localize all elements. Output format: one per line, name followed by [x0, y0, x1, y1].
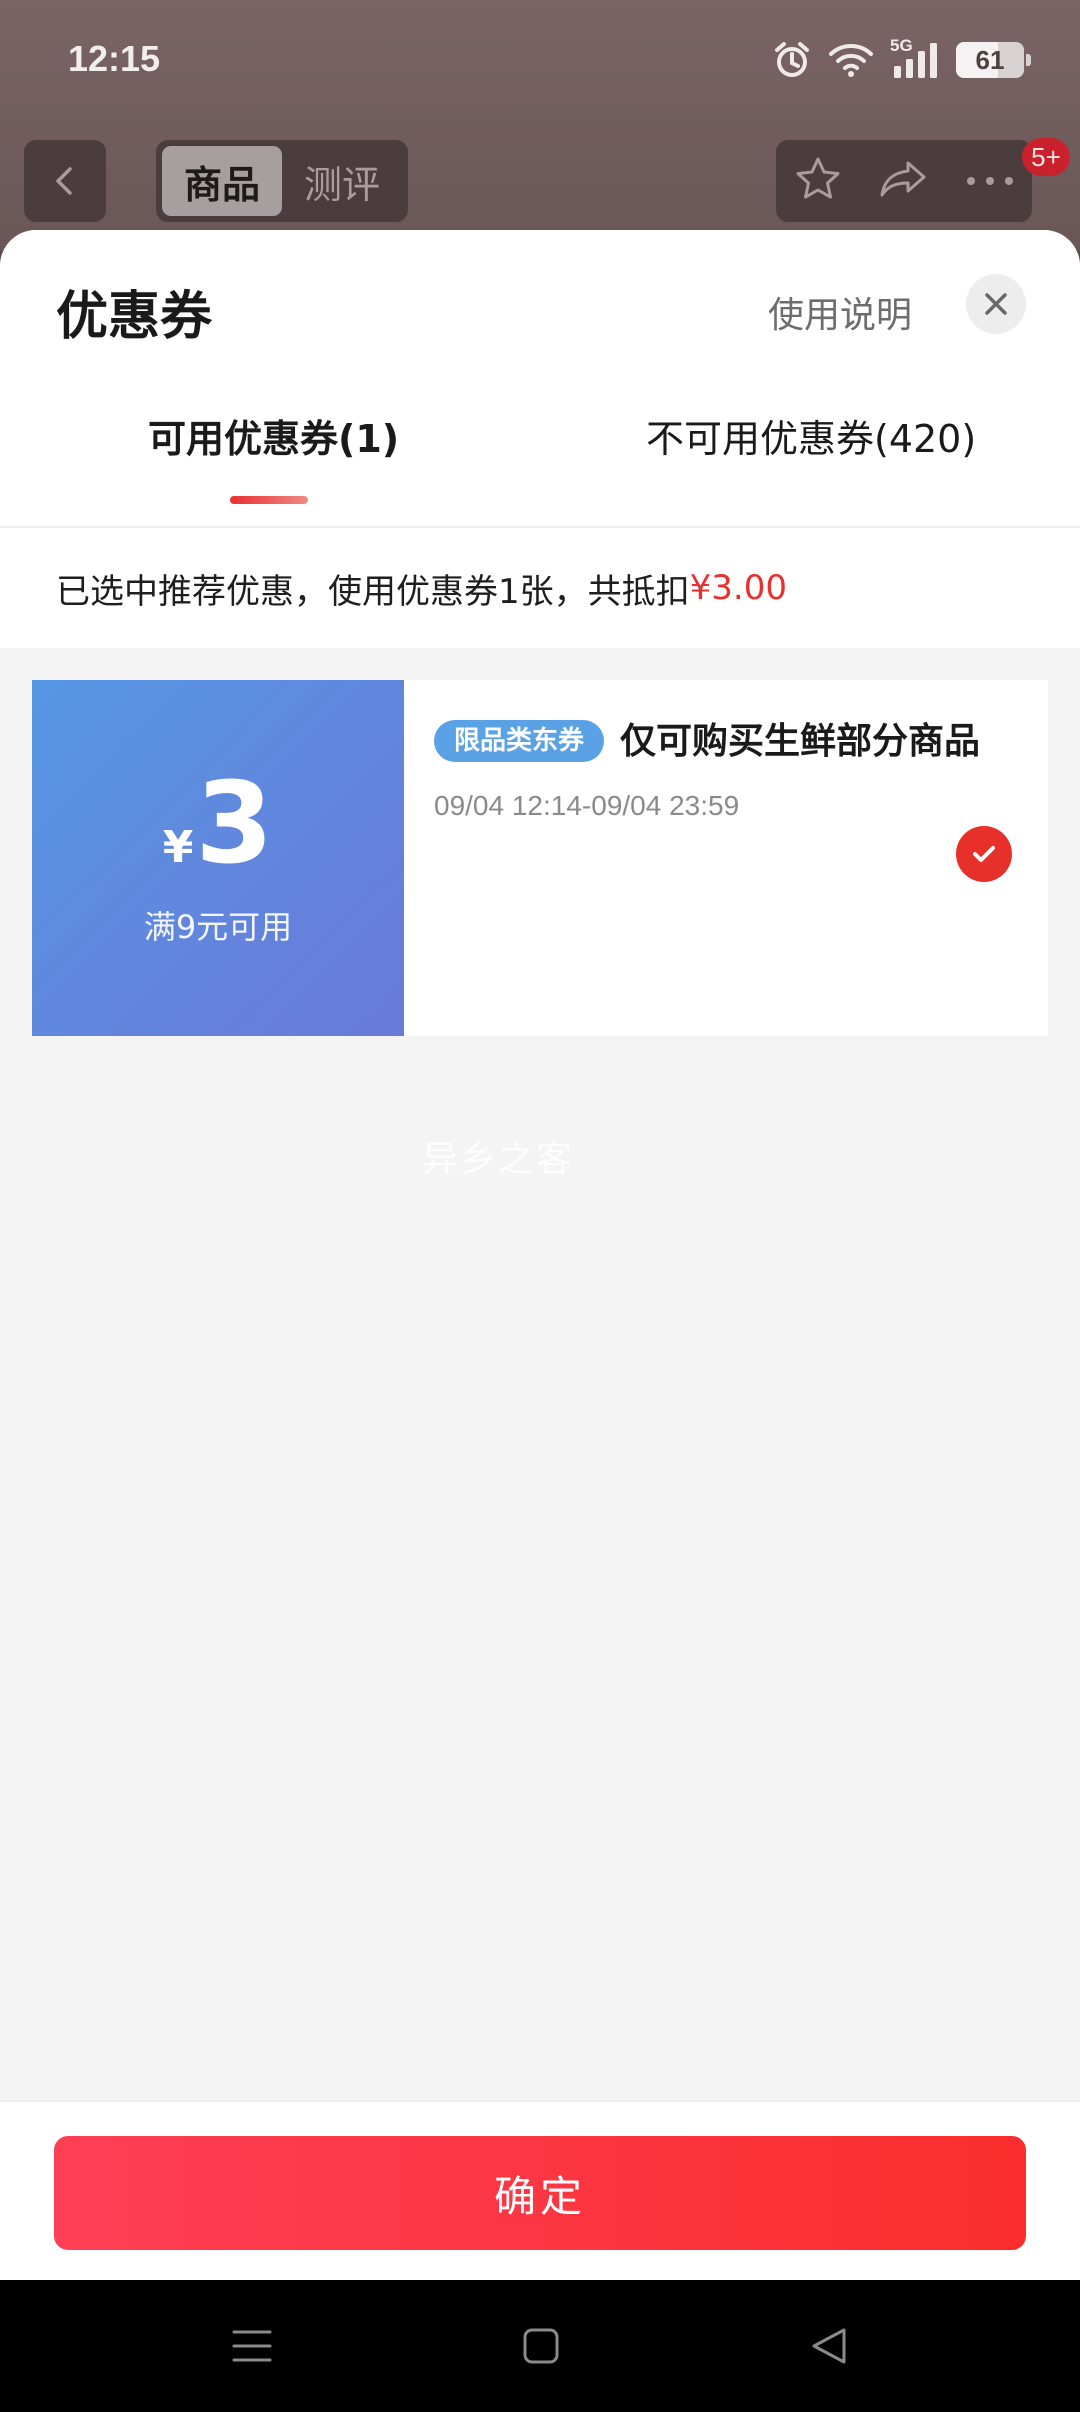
tab-available-coupons[interactable]: 可用优惠券(1)	[148, 408, 399, 463]
message-badge: 5+	[1022, 138, 1070, 176]
coupon-validity: 09/04 12:14-09/04 23:59	[434, 790, 740, 821]
coupon-tabs: 可用优惠券(1) 不可用优惠券(420)	[0, 408, 1080, 504]
tab-product[interactable]: 商品	[162, 146, 282, 216]
network-type: 5G	[890, 36, 913, 55]
status-time: 12:15	[68, 38, 161, 79]
status-icons: 5G 61	[772, 36, 1031, 82]
system-navigation-bar	[0, 2280, 1080, 2412]
coupon-amount-value: 3	[195, 759, 274, 889]
back-icon	[56, 167, 72, 195]
triangle-back-icon	[812, 2328, 846, 2364]
alarm-icon	[772, 40, 812, 80]
wifi-icon	[828, 42, 874, 78]
summary-text: 已选中推荐优惠，使用优惠券1张，共抵扣	[56, 571, 690, 612]
share-icon	[880, 161, 926, 197]
favorite-button[interactable]	[793, 154, 843, 208]
home-icon	[523, 2328, 559, 2364]
more-button[interactable]	[965, 172, 1015, 191]
watermark: 异乡之客	[422, 1139, 575, 1180]
coupon-title: 仅可购买生鲜部分商品	[620, 721, 981, 762]
product-tab-switch: 商品 测评	[156, 140, 408, 222]
divider	[0, 526, 1080, 528]
back-nav-button[interactable]	[810, 2326, 848, 2366]
coupon-sheet: 优惠券 使用说明 可用优惠券(1) 不可用优惠券(420) 已选中推荐优惠，使用…	[0, 230, 1080, 2280]
share-button[interactable]	[878, 155, 930, 207]
check-icon	[973, 846, 995, 862]
header-actions	[776, 140, 1032, 222]
star-icon	[796, 157, 840, 199]
coupon-title-row: 限品类东券 仅可购买生鲜部分商品	[434, 716, 1008, 768]
summary-amount: ¥3.00	[689, 568, 787, 608]
coupon-value-panel: ¥ 3 满9元可用	[24, 680, 404, 1036]
sheet-header: 优惠券 使用说明 可用优惠券(1) 不可用优惠券(420)	[0, 230, 1080, 528]
sheet-title: 优惠券	[56, 287, 213, 347]
menu-icon	[232, 2330, 272, 2362]
battery-level: 61	[975, 44, 1005, 75]
coupon-currency: ¥	[162, 822, 194, 873]
coupon-card[interactable]: ¥ 3 满9元可用 限品类东券 仅可购买生鲜部分商品 09/04 12:14-09…	[24, 680, 1048, 1036]
active-tab-indicator	[230, 496, 308, 504]
home-nav-button[interactable]	[522, 2327, 560, 2365]
coupon-type-tag: 限品类东券	[434, 720, 605, 762]
usage-instructions-link[interactable]: 使用说明	[768, 286, 912, 338]
confirm-button[interactable]: 确定	[54, 2136, 1026, 2250]
tab-unavailable-coupons[interactable]: 不可用优惠券(420)	[646, 408, 976, 463]
tab-review[interactable]: 测评	[282, 146, 402, 216]
coupon-select-checkbox[interactable]	[956, 826, 1012, 882]
signal-icon: 5G	[890, 36, 940, 80]
more-icon	[966, 176, 1013, 185]
status-bar: 12:15 5G 61	[0, 0, 1080, 120]
back-button[interactable]	[24, 140, 106, 222]
close-button[interactable]	[966, 274, 1026, 334]
coupon-details: 限品类东券 仅可购买生鲜部分商品 09/04 12:14-09/04 23:59	[404, 680, 1048, 1036]
sheet-footer: 确定	[0, 2100, 1080, 2280]
discount-summary: 已选中推荐优惠，使用优惠券1张，共抵扣 ¥3.00	[0, 528, 1080, 648]
coupon-threshold: 满9元可用	[143, 908, 293, 946]
close-icon	[985, 293, 1007, 315]
battery-icon: 61	[956, 42, 1031, 78]
coupon-amount: ¥ 3	[163, 768, 274, 880]
menu-nav-button[interactable]	[232, 2328, 272, 2364]
